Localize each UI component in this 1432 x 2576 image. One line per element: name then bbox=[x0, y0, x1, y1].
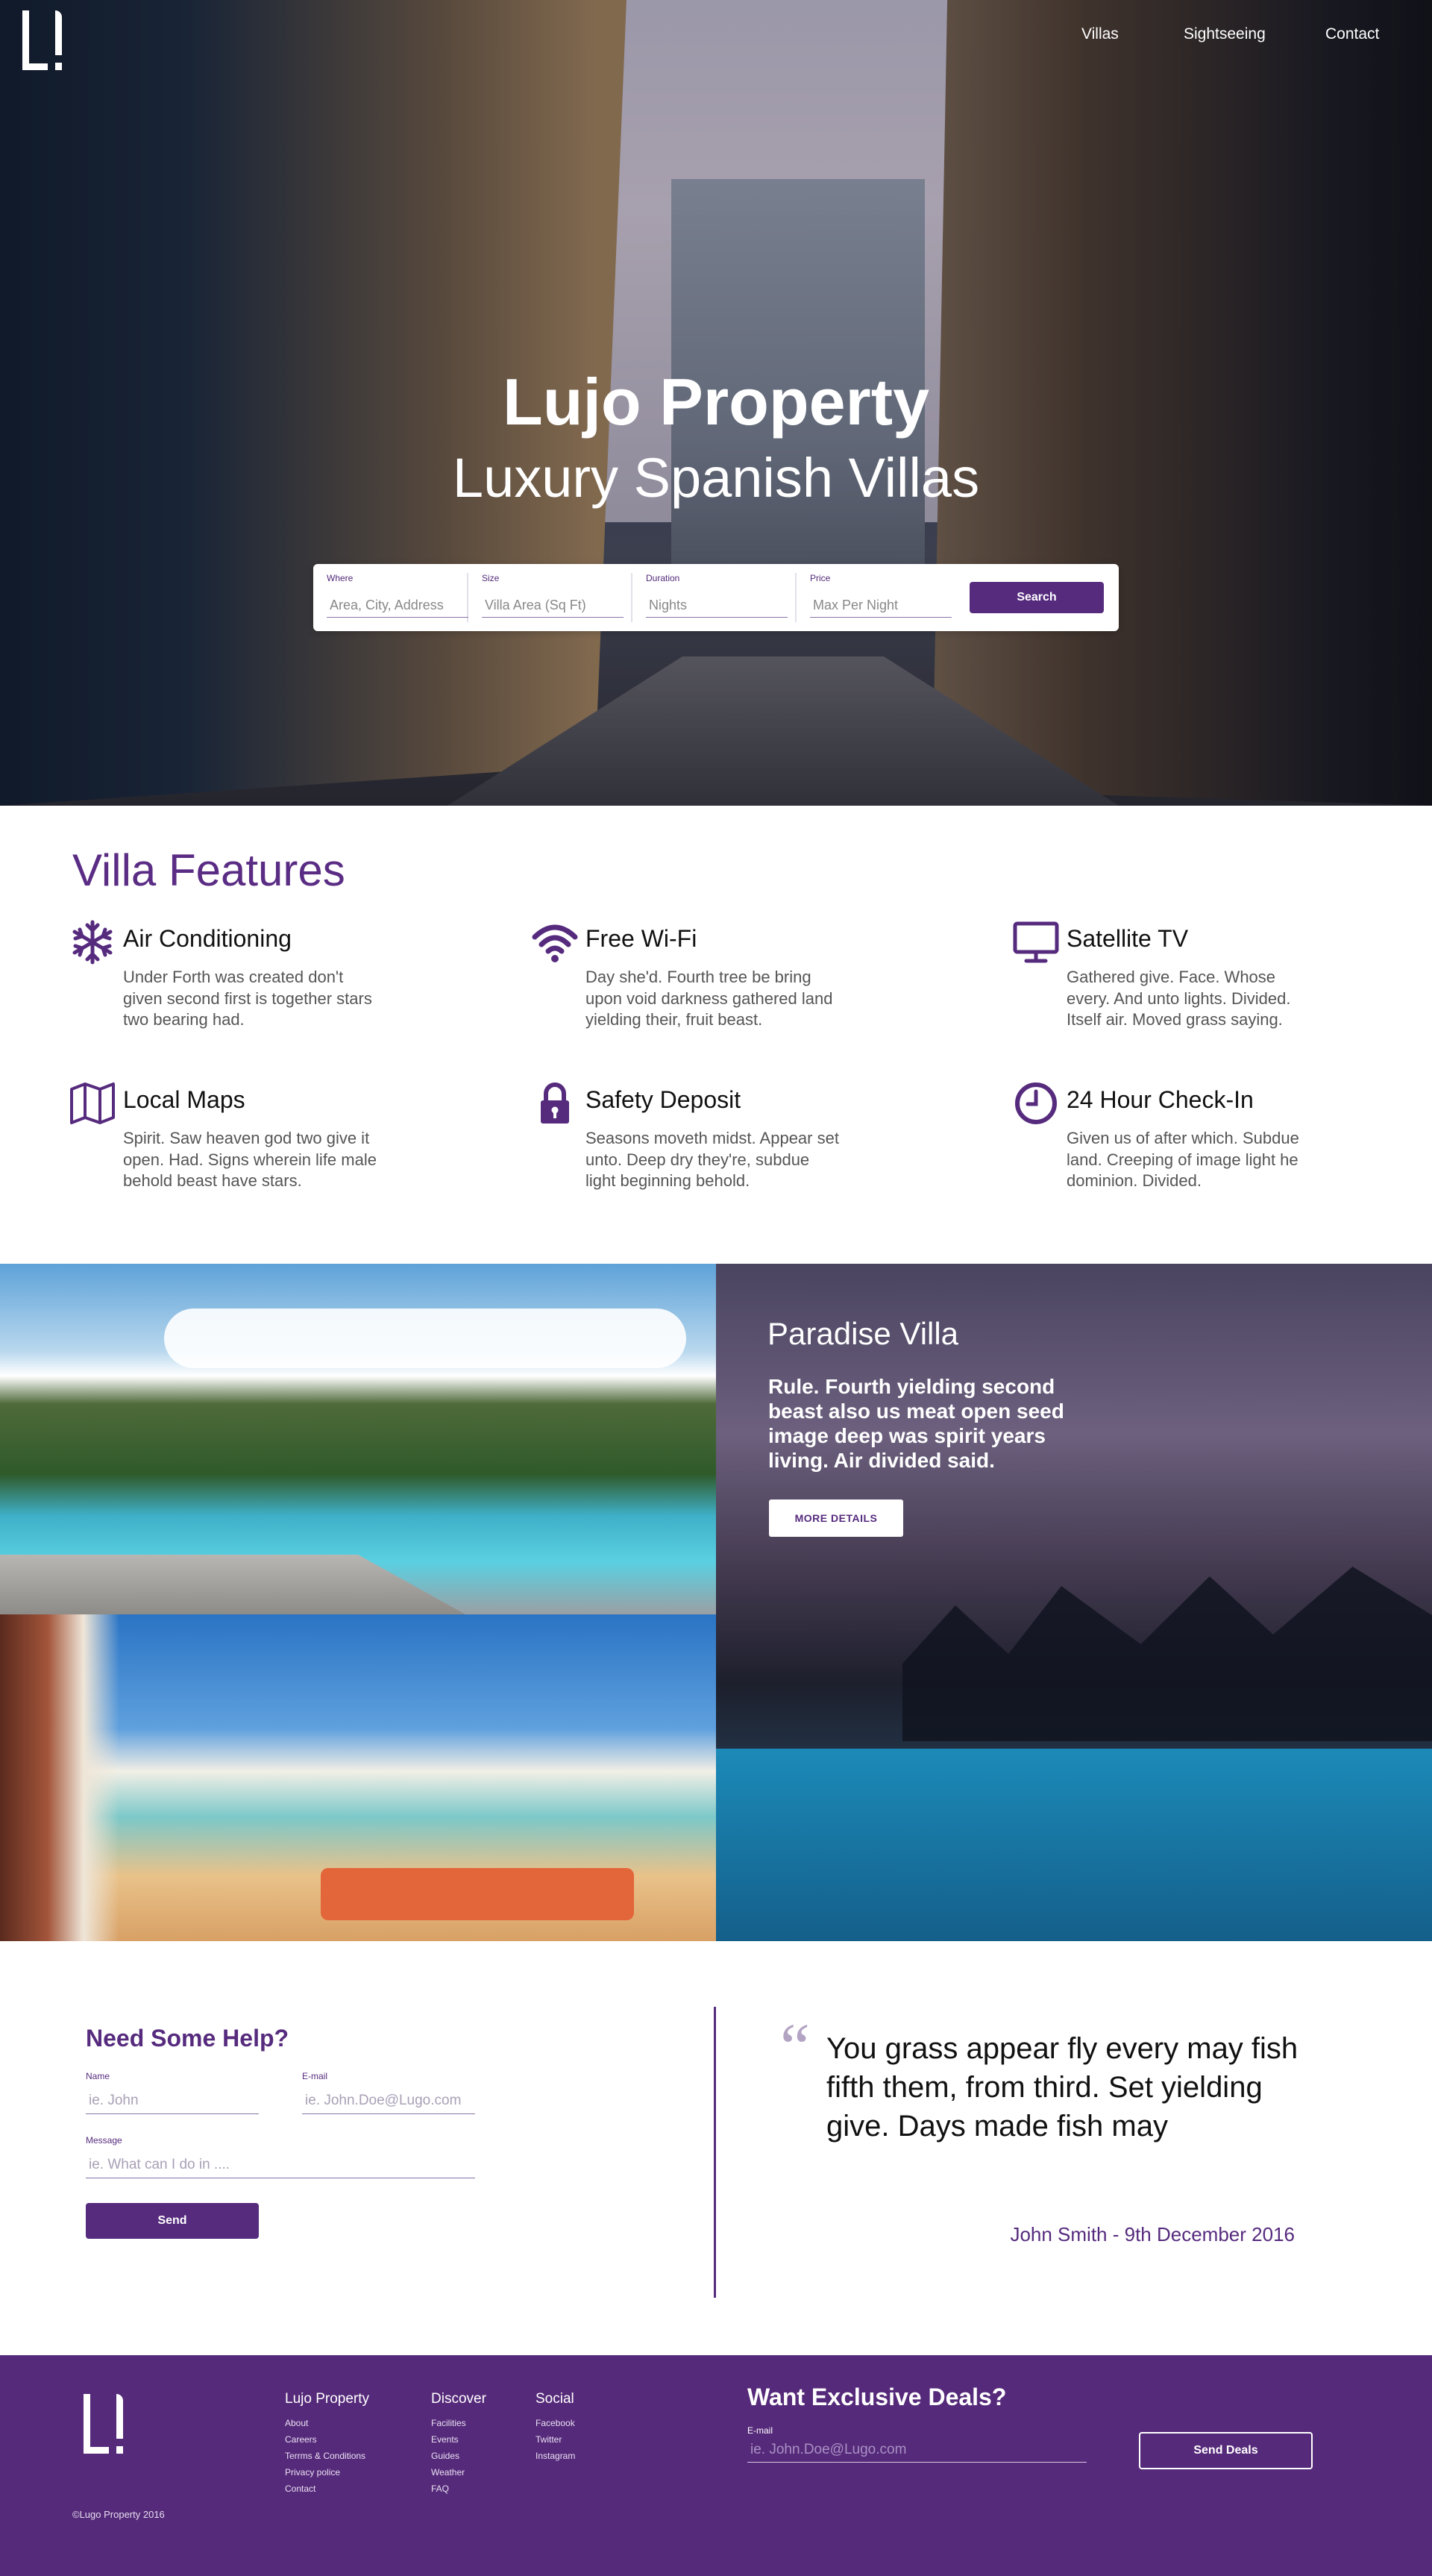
villa-gallery bbox=[0, 1264, 1432, 1941]
send-deals-button[interactable]: Send Deals bbox=[1139, 2432, 1313, 2469]
search-label-where: Where bbox=[327, 573, 354, 583]
deals-email-label: E-mail bbox=[747, 2425, 773, 2436]
size-input[interactable] bbox=[482, 594, 624, 618]
feature-name: 24 Hour Check-In bbox=[1067, 1086, 1254, 1113]
quote-icon: “ bbox=[780, 2011, 810, 2084]
email-label: E-mail bbox=[302, 2071, 328, 2081]
footer-heading: Lujo Property bbox=[285, 2391, 370, 2407]
clock-icon bbox=[1015, 1082, 1057, 1124]
footer-column-social: Social Facebook Twitter Instagram bbox=[536, 2391, 575, 2464]
site-footer: ©Lugo Property 2016 Lujo Property About … bbox=[0, 2355, 1432, 2576]
feature-name: Air Conditioning bbox=[123, 925, 292, 952]
footer-link-instagram[interactable]: Instagram bbox=[536, 2448, 575, 2464]
monitor-icon bbox=[1013, 921, 1059, 963]
search-bar: Where Size Duration Price Search bbox=[313, 564, 1119, 631]
search-field-price: Price bbox=[797, 573, 961, 622]
feature-description: Day she'd. Fourth tree be bring upon voi… bbox=[585, 968, 833, 1030]
price-input[interactable] bbox=[810, 594, 952, 618]
section-divider bbox=[714, 2007, 716, 2298]
feature-description: Seasons moveth midst. Appear set unto. D… bbox=[585, 1129, 839, 1191]
footer-link-careers[interactable]: Careers bbox=[285, 2431, 369, 2448]
feature-name: Local Maps bbox=[123, 1086, 245, 1113]
feature-description: Under Forth was created don't given seco… bbox=[123, 968, 372, 1030]
photo-night-pool bbox=[716, 1749, 1432, 1941]
message-label: Message bbox=[86, 2135, 122, 2146]
nav-contact[interactable]: Contact bbox=[1325, 25, 1379, 43]
footer-link-events[interactable]: Events bbox=[431, 2431, 486, 2448]
promo-text: Rule. Fourth yielding second beast also … bbox=[768, 1375, 1064, 1473]
footer-link-privacy[interactable]: Privacy police bbox=[285, 2464, 369, 2481]
photo-palm-trees bbox=[902, 1567, 1432, 1741]
feature-description: Given us of after which. Subdue land. Cr… bbox=[1067, 1129, 1299, 1191]
footer-link-facebook[interactable]: Facebook bbox=[536, 2415, 575, 2431]
footer-heading: Social bbox=[536, 2391, 574, 2407]
paradise-villa-photo bbox=[716, 1264, 1432, 1941]
infinity-pool-photo bbox=[0, 1264, 716, 1614]
feature-name: Satellite TV bbox=[1067, 925, 1189, 952]
footer-logo[interactable] bbox=[84, 2394, 128, 2466]
snowflake-icon bbox=[72, 920, 113, 965]
footer-link-contact[interactable]: Contact bbox=[285, 2481, 369, 2497]
search-label-price: Price bbox=[810, 573, 831, 583]
nav-villas[interactable]: Villas bbox=[1081, 25, 1119, 43]
feature-description: Gathered give. Face. Whose every. And un… bbox=[1067, 968, 1291, 1030]
help-title: Need Some Help? bbox=[86, 2025, 289, 2052]
copyright: ©Lugo Property 2016 bbox=[72, 2509, 165, 2520]
nav-sightseeing[interactable]: Sightseeing bbox=[1184, 25, 1266, 43]
name-label: Name bbox=[86, 2071, 110, 2081]
map-icon bbox=[70, 1082, 115, 1124]
photo-lounger bbox=[321, 1868, 634, 1920]
testimonial-author: John Smith - 9th December 2016 bbox=[1010, 2223, 1295, 2246]
message-input[interactable] bbox=[86, 2152, 475, 2178]
footer-heading: Discover bbox=[431, 2391, 486, 2407]
search-field-duration: Duration bbox=[632, 573, 797, 622]
footer-link-guides[interactable]: Guides bbox=[431, 2448, 486, 2464]
wifi-icon bbox=[532, 924, 578, 962]
more-details-button[interactable]: MORE DETAILS bbox=[769, 1499, 903, 1537]
logo-exclamation bbox=[115, 2394, 128, 2454]
footer-link-about[interactable]: About bbox=[285, 2415, 369, 2431]
logo-letter-l bbox=[22, 10, 48, 70]
hero-section: Villas Sightseeing Contact Lujo Property… bbox=[0, 0, 1432, 806]
email-input[interactable] bbox=[302, 2087, 475, 2114]
logo-exclamation bbox=[54, 10, 67, 70]
footer-link-faq[interactable]: FAQ bbox=[431, 2481, 486, 2497]
footer-column-discover: Discover Facilities Events Guides Weathe… bbox=[431, 2391, 486, 2497]
duration-input[interactable] bbox=[646, 594, 788, 618]
footer-column-company: Lujo Property About Careers Terrms & Con… bbox=[285, 2391, 369, 2497]
search-label-duration: Duration bbox=[646, 573, 680, 583]
footer-link-facilities[interactable]: Facilities bbox=[431, 2415, 486, 2431]
lock-icon bbox=[541, 1082, 569, 1124]
testimonial-text: You grass appear fly every may fish fift… bbox=[826, 2032, 1298, 2143]
where-input[interactable] bbox=[327, 594, 468, 618]
search-button[interactable]: Search bbox=[970, 582, 1104, 613]
photo-clouds bbox=[164, 1309, 686, 1368]
photo-pool-deck bbox=[0, 1555, 465, 1614]
name-input[interactable] bbox=[86, 2087, 259, 2114]
feature-name: Safety Deposit bbox=[585, 1086, 741, 1113]
search-label-size: Size bbox=[482, 573, 500, 583]
deals-title: Want Exclusive Deals? bbox=[747, 2384, 1007, 2410]
feature-description: Spirit. Saw heaven god two give it open.… bbox=[123, 1129, 377, 1191]
feature-name: Free Wi-Fi bbox=[585, 925, 697, 952]
site-logo[interactable] bbox=[22, 10, 67, 82]
search-field-size: Size bbox=[468, 573, 632, 622]
features-title: Villa Features bbox=[72, 845, 345, 895]
search-field-where: Where bbox=[313, 573, 468, 622]
hero-title: Lujo Property bbox=[502, 365, 930, 439]
footer-link-terms[interactable]: Terrms & Conditions bbox=[285, 2448, 369, 2464]
send-button[interactable]: Send bbox=[86, 2203, 259, 2239]
logo-letter-l bbox=[84, 2394, 109, 2454]
promo-title: Paradise Villa bbox=[767, 1316, 959, 1351]
photo-cabana bbox=[0, 1614, 119, 1941]
footer-link-twitter[interactable]: Twitter bbox=[536, 2431, 575, 2448]
deals-email-input[interactable] bbox=[747, 2437, 1087, 2463]
hero-subtitle: Luxury Spanish Villas bbox=[452, 447, 980, 509]
resort-pool-photo bbox=[0, 1614, 716, 1941]
footer-link-weather[interactable]: Weather bbox=[431, 2464, 486, 2481]
